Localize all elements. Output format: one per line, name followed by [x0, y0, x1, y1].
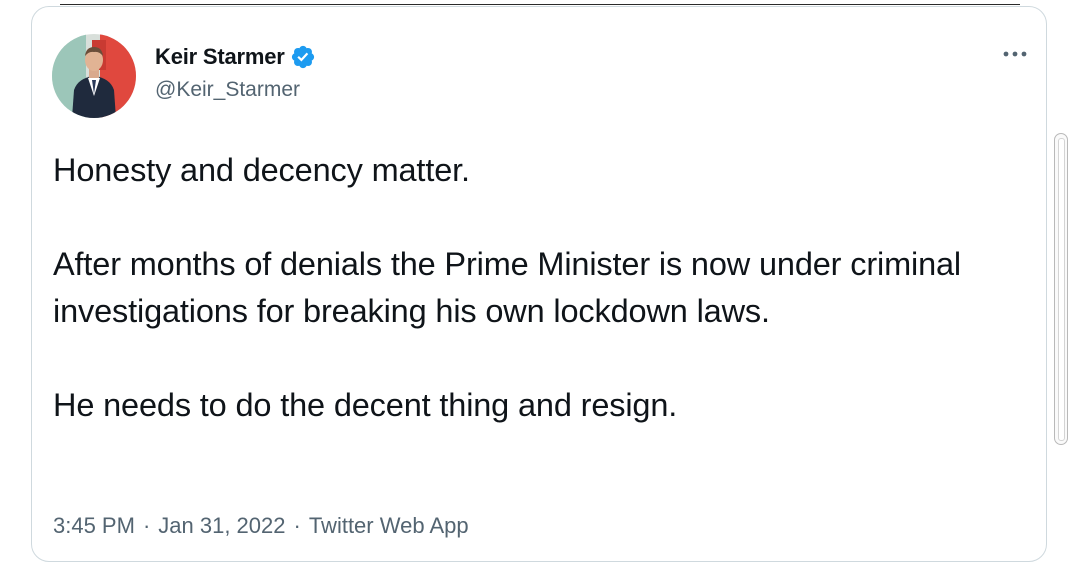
author-handle[interactable]: @Keir_Starmer	[155, 78, 300, 102]
top-edge-line	[60, 4, 1020, 5]
tweet-date[interactable]: Jan 31, 2022	[158, 513, 285, 539]
scrollbar-thumb[interactable]	[1058, 138, 1065, 441]
tweet-source[interactable]: Twitter Web App	[309, 513, 469, 539]
avatar[interactable]	[52, 34, 136, 118]
tweet-time[interactable]: 3:45 PM	[53, 513, 135, 539]
tweet-paragraph: He needs to do the decent thing and resi…	[53, 387, 678, 423]
more-options-icon[interactable]	[998, 42, 1032, 66]
meta-separator: ·	[293, 513, 301, 538]
verified-badge-icon	[290, 44, 316, 70]
tweet-paragraph: After months of denials the Prime Minist…	[53, 246, 961, 329]
author-display-name[interactable]: Keir Starmer	[155, 44, 285, 70]
tweet-text: Honesty and decency matter. After months…	[53, 147, 993, 429]
scrollbar[interactable]	[1054, 133, 1068, 445]
author-name-row: Keir Starmer	[155, 41, 316, 73]
meta-separator: ·	[142, 513, 151, 538]
tweet-paragraph: Honesty and decency matter.	[53, 152, 470, 188]
tweet-metadata: 3:45 PM · Jan 31, 2022 · Twitter Web App	[53, 513, 469, 539]
